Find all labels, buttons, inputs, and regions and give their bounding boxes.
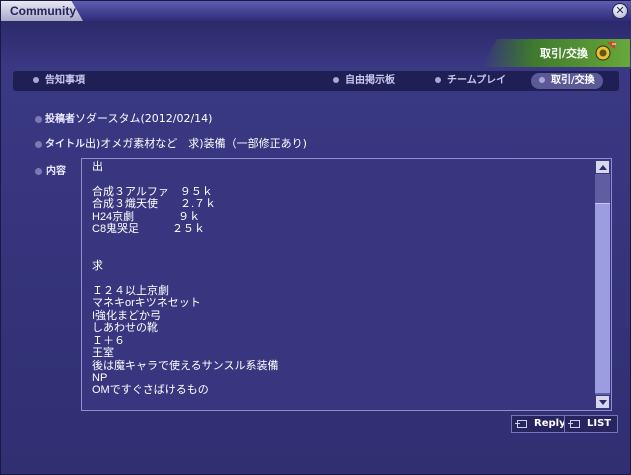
tab-team-play[interactable]: チームプレイ bbox=[435, 71, 506, 91]
list-icon bbox=[568, 420, 580, 428]
author-row: 投稿者ソダースタム(2012/02/14) bbox=[35, 110, 212, 126]
board-tab-bar: 告知事項 自由掲示板 チームプレイ 取引/交換 bbox=[13, 71, 619, 91]
community-window: Community ✕ 取引/交換 告知事項 自由掲示板 チームプレイ 取引/交… bbox=[0, 0, 631, 475]
scroll-up-icon[interactable] bbox=[595, 160, 610, 174]
bullet-icon bbox=[539, 77, 545, 83]
close-icon[interactable]: ✕ bbox=[612, 3, 628, 19]
content-label: 内容 bbox=[46, 166, 66, 177]
bullet-icon bbox=[33, 77, 39, 83]
trade-icon bbox=[595, 42, 616, 61]
title-value: 出)オメガ素材など 求)装備（一部修正あり) bbox=[85, 137, 307, 150]
bullet-icon bbox=[333, 77, 339, 83]
tab-notice[interactable]: 告知事項 bbox=[33, 71, 85, 91]
author-value: ソダースタム(2012/02/14) bbox=[75, 112, 213, 125]
list-button[interactable]: LIST bbox=[564, 415, 619, 433]
board-badge-label: 取引/交換 bbox=[539, 47, 588, 60]
content-label-row: 内容 bbox=[35, 162, 66, 177]
vertical-scrollbar[interactable] bbox=[595, 160, 610, 409]
scroll-down-icon[interactable] bbox=[595, 395, 610, 409]
title-row: タイトル出)オメガ素材など 求)装備（一部修正あり) bbox=[35, 135, 307, 151]
title-bar[interactable]: Community ✕ bbox=[1, 1, 631, 21]
tab-free-board[interactable]: 自由掲示板 bbox=[333, 71, 395, 91]
post-content-box[interactable]: 出 合成３アルファ ９５ｋ 合成３熾天使 ２.７ｋ H24京劇 ９ｋ C8鬼哭足… bbox=[81, 158, 612, 411]
scroll-thumb[interactable] bbox=[595, 202, 610, 393]
tab-trade[interactable]: 取引/交換 bbox=[531, 73, 603, 89]
bullet-icon bbox=[35, 115, 42, 123]
reply-icon bbox=[515, 420, 527, 428]
window-title: Community bbox=[1, 1, 83, 21]
title-label: タイトル bbox=[45, 139, 85, 150]
author-label: 投稿者 bbox=[45, 114, 75, 125]
bullet-icon bbox=[35, 140, 42, 148]
bullet-icon bbox=[35, 167, 42, 175]
scroll-track[interactable] bbox=[595, 174, 610, 395]
post-content-text: 出 合成３アルファ ９５ｋ 合成３熾天使 ２.７ｋ H24京劇 ９ｋ C8鬼哭足… bbox=[92, 161, 279, 397]
bullet-icon bbox=[435, 77, 441, 83]
